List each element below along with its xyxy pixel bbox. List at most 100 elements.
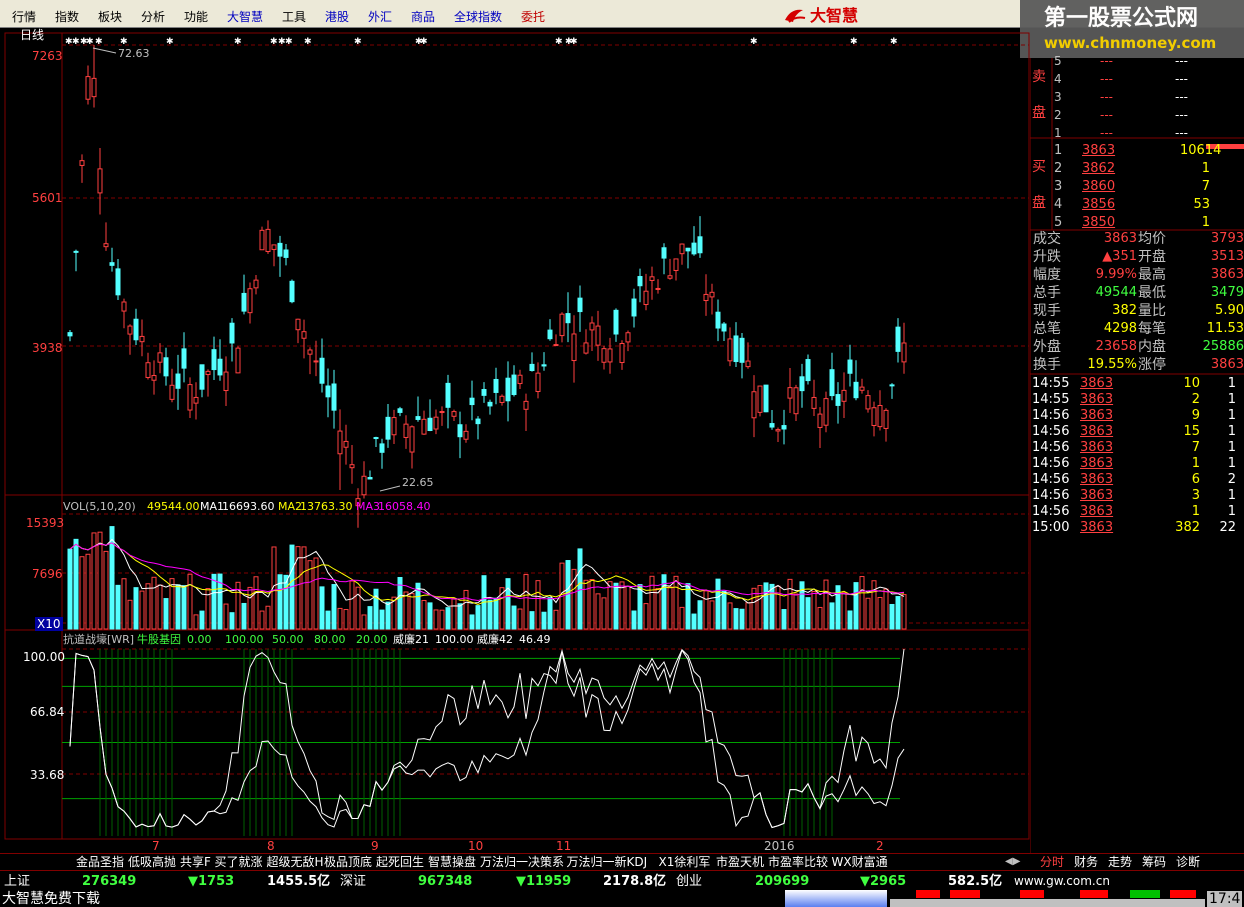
period-label[interactable]: 日线 [20, 28, 44, 42]
tab-0[interactable]: 分时 [1040, 855, 1064, 869]
indicator-tab[interactable]: 买了就涨 [215, 855, 263, 869]
candle-body [559, 313, 565, 337]
indicator-tab[interactable]: 起死回生 [376, 855, 424, 869]
volume-bar [889, 603, 895, 630]
volume-bar [403, 591, 409, 630]
dzh-logo: 大智慧 [810, 6, 859, 25]
cy-change: ▼2965 [860, 874, 907, 889]
sz-name[interactable]: 深证 [340, 874, 366, 889]
candle-body [517, 374, 523, 385]
ind-v5: 20.00 [356, 633, 388, 646]
menu-analysis[interactable]: 分析 [141, 10, 165, 24]
wr21-value: 100.00 [435, 633, 474, 646]
vol-axis-label: 7696 [32, 567, 63, 581]
menu-quotes[interactable]: 行情 [12, 10, 36, 24]
volume-bar [811, 590, 817, 630]
candle-body [223, 371, 229, 392]
ind-gene: 牛股基因 [137, 633, 181, 646]
volume-bar [373, 588, 379, 630]
buy-volume: 10614 [1180, 143, 1222, 158]
download-link[interactable]: 大智慧免费下载 [2, 891, 100, 907]
candle-body [877, 405, 883, 428]
sh-amount: 1455.5亿 [267, 874, 331, 889]
indicator-tab[interactable]: 智慧操盘 [428, 855, 476, 869]
cy-name[interactable]: 创业 [676, 874, 702, 889]
volume-bar [463, 589, 469, 630]
menu-tools[interactable]: 工具 [282, 10, 306, 24]
quote-key: 最高 [1138, 267, 1166, 283]
indicator-tab[interactable]: 市盈率比较 [768, 855, 828, 869]
candle-body [895, 326, 901, 352]
menu-dzh[interactable]: 大智慧 [227, 10, 263, 24]
signal-marker: ✱ [354, 37, 362, 47]
menu-sector[interactable]: 板块 [98, 10, 122, 24]
volume-bar [187, 573, 193, 630]
indicator-tab[interactable]: 万法归一决策系 [480, 855, 564, 869]
menu-trade[interactable]: 委托 [521, 10, 545, 24]
sell-level: 3 [1054, 90, 1062, 104]
tab-3[interactable]: 筹码 [1142, 855, 1166, 869]
volume-bar [883, 588, 889, 630]
tab-2[interactable]: 走势 [1108, 855, 1132, 869]
price-axis-label: 7263 [32, 49, 63, 63]
sh-name[interactable]: 上证 [4, 874, 30, 889]
menu-fx[interactable]: 外汇 [368, 10, 392, 24]
tick-time: 14:55 [1032, 392, 1070, 407]
tab-1[interactable]: 财务 [1074, 855, 1098, 869]
indicator-tab[interactable]: 极品顶底 [324, 855, 372, 869]
candle-body [481, 389, 487, 396]
indicator-tab[interactable]: WX财富通 [832, 855, 888, 869]
indicator-tab[interactable]: 金品圣指 [76, 855, 124, 869]
indicator-tab[interactable]: X1徐利军 [659, 855, 711, 869]
volume-bar [667, 586, 673, 630]
candle-body [277, 242, 283, 257]
buy-price: 3863 [1082, 143, 1116, 158]
candle-body [193, 396, 199, 404]
indicator-tab[interactable]: 超级无敌H [267, 855, 324, 869]
volume-bar [505, 578, 511, 630]
kline-chart-area[interactable]: ✱ ✱ ✱ ✱ ✱ ✱ ✱ ✱ ✱ ✱ ✱ ✱ ✱ ✱ ✱ ✱ ✱ ✱ ✱ ✱ ✱ 日线 7263 5601 3938 … [0, 28, 1030, 854]
menu-index[interactable]: 指数 [55, 10, 79, 24]
candle-body [841, 389, 847, 402]
quote-value: 4298 [1103, 321, 1137, 336]
indicator-tab[interactable]: 低吸高抛 [128, 855, 176, 869]
candle-body [637, 276, 643, 287]
candle-body [73, 250, 79, 253]
volume-bar [631, 610, 637, 630]
ma3-value: 16058.40 [378, 500, 431, 513]
quote-value: 382 [1112, 303, 1137, 318]
candle-body [691, 242, 697, 255]
indicator-tab[interactable]: 万法归一新KDJ [567, 855, 648, 869]
volume-bar [691, 613, 697, 630]
candle-body [709, 291, 715, 298]
volume-bar [127, 599, 133, 630]
x-axis-label: 2 [876, 839, 884, 853]
candle-body [871, 407, 877, 426]
volume-bar [85, 553, 91, 630]
tick-volume: 6 [1191, 472, 1200, 487]
ind-title: 抗道战壕[WR] [63, 633, 135, 646]
buy-level: 3 [1054, 179, 1063, 194]
volume-bar [475, 605, 481, 630]
menu-function[interactable]: 功能 [184, 10, 208, 24]
vol-unit: X10 [35, 617, 63, 631]
indicator-tab[interactable]: 市盈天机 [716, 855, 764, 869]
indicator-tab[interactable]: 共享F [180, 855, 211, 869]
volume-bar [457, 603, 463, 630]
scroll-arrows-icon[interactable]: ◀▶ [1005, 855, 1020, 869]
candle-body [205, 370, 211, 376]
menu-hk[interactable]: 港股 [325, 10, 349, 24]
site-link[interactable]: www.gw.com.cn [1014, 874, 1110, 889]
tab-4[interactable]: 诊断 [1176, 855, 1200, 869]
candle-body [535, 372, 541, 392]
ind-axis-label: 33.68 [30, 768, 65, 782]
menu-global[interactable]: 全球指数 [454, 10, 502, 24]
candle-body [325, 385, 331, 398]
x-axis-label: 2016 [764, 839, 795, 853]
candle-body [469, 397, 475, 406]
candle-body [163, 357, 169, 377]
buy-level: 5 [1054, 215, 1063, 230]
sell-label: 盘 [1032, 105, 1046, 121]
buy-level: 4 [1054, 197, 1063, 212]
menu-commodity[interactable]: 商品 [411, 10, 435, 24]
